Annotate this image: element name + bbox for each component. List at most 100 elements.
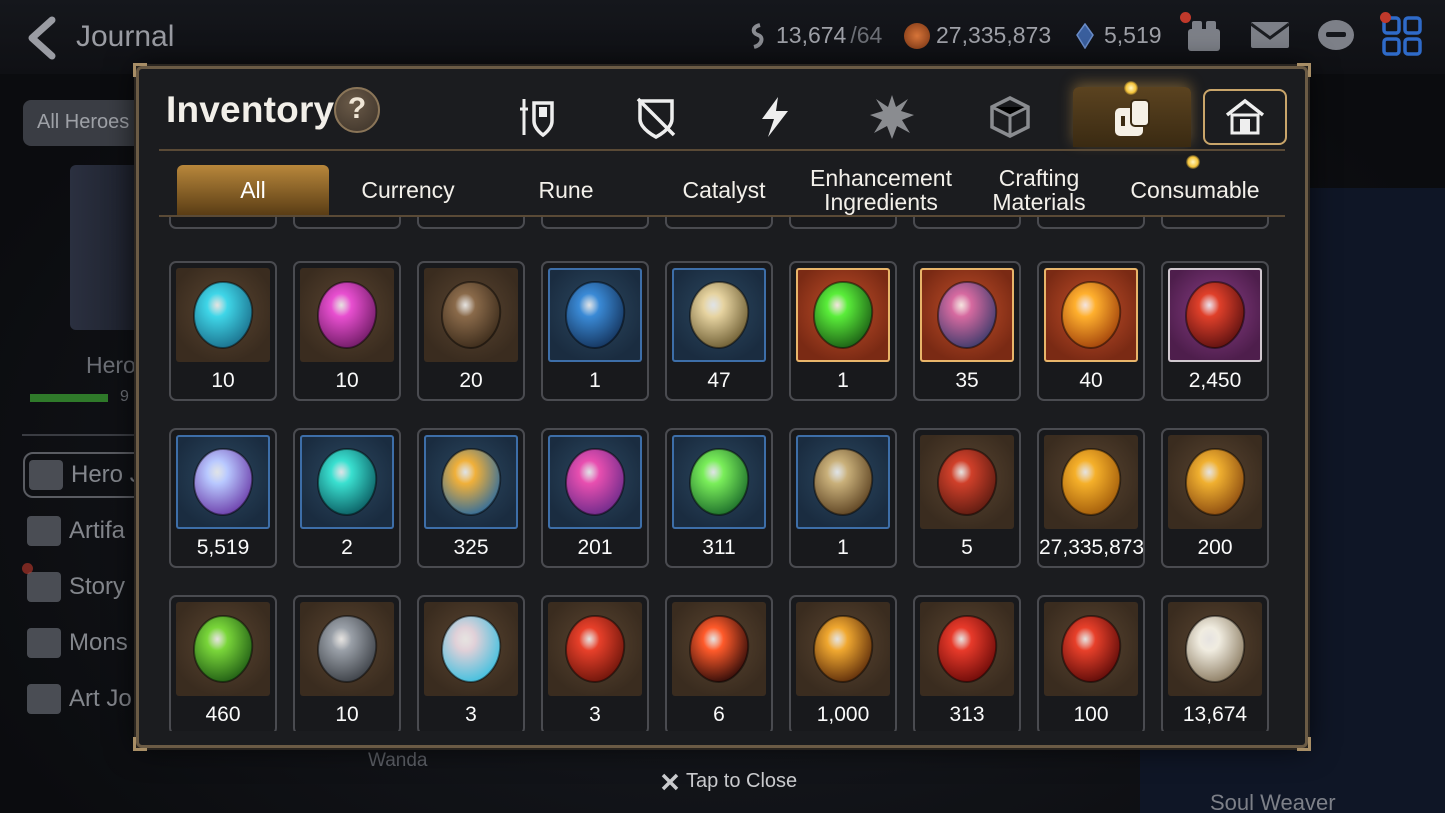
tap-to-close-label: Tap to Close	[686, 770, 798, 792]
gold-coin-icon	[1060, 447, 1122, 517]
item-quantity: 2,450	[1188, 369, 1242, 392]
inventory-slot[interactable]: 10	[169, 261, 277, 401]
knight-chess-icon	[1184, 614, 1246, 684]
inventory-slot[interactable]: 3	[541, 595, 649, 731]
inventory-slot[interactable]: 20	[417, 261, 525, 401]
back-arrow-icon[interactable]	[22, 16, 66, 60]
subtab-rune[interactable]: Rune	[491, 165, 641, 215]
mail-icon[interactable]	[1248, 16, 1292, 56]
item-quantity: 311	[702, 536, 736, 559]
item-frame	[300, 435, 394, 529]
category-rune-tab[interactable]	[833, 87, 951, 147]
item-quantity: 1	[837, 369, 849, 392]
blue-horn-icon	[564, 280, 626, 350]
item-quantity: 1	[419, 217, 523, 223]
item-frame	[300, 602, 394, 696]
subtab-consumable[interactable]: Consumable	[1115, 165, 1275, 215]
game-screen: { "topbar": { "title": "Journal", "stami…	[0, 0, 1445, 813]
inventory-slot[interactable]: 10	[293, 261, 401, 401]
inventory-slot[interactable]: 460	[169, 595, 277, 731]
inventory-slot[interactable]: 313	[913, 595, 1021, 731]
subtab-catalyst[interactable]: Catalyst	[649, 165, 799, 215]
inventory-slot[interactable]: 200	[1161, 428, 1269, 568]
pendant-icon	[936, 280, 998, 350]
inventory-slot-partial[interactable]: 2	[541, 217, 649, 229]
inventory-slot-partial[interactable]: 10	[1037, 217, 1145, 229]
inventory-slot[interactable]: 201	[541, 428, 649, 568]
inventory-slot[interactable]: 5,519	[169, 428, 277, 568]
tap-to-close-button[interactable]: Tap to Close	[660, 770, 797, 793]
item-frame	[920, 602, 1014, 696]
subtab-all[interactable]: All	[177, 165, 329, 215]
inventory-slot[interactable]: 325	[417, 428, 525, 568]
crystal-counter[interactable]: 5,519	[1072, 22, 1162, 49]
red-ring-icon	[1184, 280, 1246, 350]
item-quantity: 200	[1197, 536, 1233, 559]
item-quantity: 10	[211, 369, 235, 392]
subtab-enhancement-ingredients[interactable]: Enhancement Ingredients	[803, 165, 959, 215]
inventory-slot-partial[interactable]: 2	[293, 217, 401, 229]
inventory-modal: Inventory ? All Currency Rune Catalyst E…	[133, 63, 1311, 751]
inventory-slot-partial[interactable]: 20	[789, 217, 897, 229]
robot-egg-icon	[440, 614, 502, 684]
inventory-slot-partial[interactable]: 200	[169, 217, 277, 229]
inventory-slot[interactable]: 3	[417, 595, 525, 731]
inventory-slot[interactable]: 5	[913, 428, 1021, 568]
inventory-slot[interactable]: 100	[1037, 595, 1145, 731]
inventory-slot[interactable]: 13,674	[1161, 595, 1269, 731]
star-charm-icon	[440, 447, 502, 517]
category-items-tab[interactable]	[1073, 87, 1191, 147]
inventory-slot[interactable]: 47	[665, 261, 773, 401]
feather-leaf-icon	[688, 280, 750, 350]
monster-icon	[27, 628, 61, 658]
inventory-slot[interactable]: 10	[293, 595, 401, 731]
item-frame	[548, 435, 642, 529]
help-button[interactable]: ?	[334, 87, 380, 133]
gear-equipment-icon	[520, 99, 554, 138]
item-frame	[1044, 435, 1138, 529]
item-quantity: 313	[949, 703, 985, 726]
item-frame	[796, 602, 890, 696]
category-material-tab[interactable]	[951, 87, 1069, 147]
shop-icon[interactable]	[1180, 12, 1226, 56]
inventory-slot-partial[interactable]: 10	[1161, 217, 1269, 229]
inventory-slot[interactable]: 35	[913, 261, 1021, 401]
category-equipment-tab[interactable]	[479, 87, 597, 147]
hero-progress-text: 9	[120, 388, 129, 405]
inventory-slot[interactable]: 27,335,873	[1037, 428, 1145, 568]
item-quantity: 5,519	[196, 536, 250, 559]
subtab-currency[interactable]: Currency	[333, 165, 483, 215]
inventory-slot[interactable]: 1	[789, 261, 897, 401]
green-leaf-icon	[688, 447, 750, 517]
inventory-slot[interactable]: 2,450	[1161, 261, 1269, 401]
blue-rune-stone-icon	[192, 280, 254, 350]
category-catalyst-tab[interactable]	[715, 87, 833, 147]
chat-icon[interactable]	[1314, 16, 1358, 56]
close-icon	[661, 773, 679, 790]
category-artifact-tab[interactable]	[597, 87, 715, 147]
inventory-slot[interactable]: 2	[293, 428, 401, 568]
inventory-slot[interactable]: 1,000	[789, 595, 897, 731]
menu-grid-icon[interactable]	[1380, 12, 1424, 56]
hero-progress-bar	[30, 394, 108, 402]
gold-coin-icon	[904, 22, 930, 49]
gold-counter[interactable]: 27,335,873	[904, 22, 1051, 49]
category-storage-tab[interactable]	[1203, 89, 1287, 145]
inventory-slot[interactable]: 6	[665, 595, 773, 731]
inventory-slot[interactable]: 1	[541, 261, 649, 401]
inventory-slot[interactable]: 311	[665, 428, 773, 568]
stamina-counter[interactable]: 13,674/64	[744, 22, 882, 49]
inventory-slot-partial[interactable]: 10	[665, 217, 773, 229]
rune-splash-icon	[870, 95, 914, 139]
flame-crystal-icon	[1060, 280, 1122, 350]
scrollbar[interactable]	[1287, 217, 1293, 731]
stamina-value: 13,674	[776, 22, 847, 48]
inventory-slot[interactable]: 40	[1037, 261, 1145, 401]
subtab-crafting-materials[interactable]: Crafting Materials	[969, 165, 1109, 215]
inventory-slot-partial[interactable]: 10	[913, 217, 1021, 229]
item-quantity: 10	[915, 217, 1019, 223]
inventory-slot-partial[interactable]: 1	[417, 217, 525, 229]
page-title: Journal	[76, 20, 175, 53]
item-quantity: 47	[707, 369, 731, 392]
inventory-slot[interactable]: 1	[789, 428, 897, 568]
